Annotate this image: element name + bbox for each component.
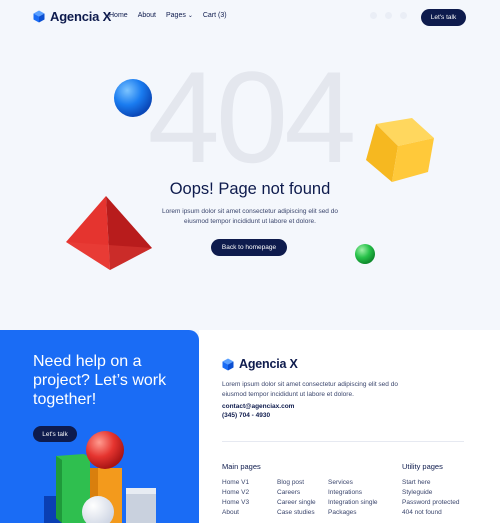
social-icon[interactable]	[385, 12, 392, 19]
footer-email-link[interactable]: contact@agenciax.com	[222, 403, 294, 410]
chevron-down-icon: ⌄	[187, 13, 193, 19]
main-pages-col-2: Blog post Careers Career single Case stu…	[277, 478, 316, 518]
footer-divider	[222, 441, 464, 442]
utility-pages-col: Start here Styleguide Password protected…	[402, 478, 459, 518]
footer-link[interactable]: Home V2	[222, 488, 249, 498]
green-sphere-icon	[355, 244, 375, 264]
footer-link[interactable]: Case studies	[277, 508, 316, 518]
brand-name: Agencia X	[50, 9, 112, 24]
footer-phone-link[interactable]: (345) 704 - 4930	[222, 412, 270, 419]
cta-title: Need help on a project? Let’s work toget…	[33, 353, 167, 408]
social-links	[370, 12, 407, 19]
nav-cart[interactable]: Cart (3)	[203, 12, 227, 19]
blue-sphere-icon	[114, 79, 152, 117]
back-to-homepage-button[interactable]: Back to homepage	[211, 239, 287, 256]
footer-link[interactable]: Home V3	[222, 498, 249, 508]
nav-home-label: Home	[109, 12, 128, 19]
red-pyramid-icon	[66, 196, 152, 270]
footer-link[interactable]: 404 not found	[402, 508, 459, 518]
footer-main: Agencia X Lorem ipsum dolor sit amet con…	[199, 330, 500, 523]
nav-pages-label: Pages	[165, 12, 186, 19]
footer-link[interactable]: Careers	[277, 488, 316, 498]
footer-link[interactable]: About	[222, 508, 249, 518]
cta-card: Need help on a project? Let’s work toget…	[0, 330, 199, 523]
footer-link[interactable]: Blog post	[277, 478, 316, 488]
hero-description: Lorem ipsum dolor sit amet consectetur a…	[162, 208, 338, 225]
nav-about-label: About	[137, 12, 156, 19]
social-icon[interactable]	[400, 12, 407, 19]
shapes-illustration-icon	[44, 431, 156, 523]
site-header: Agencia X Home About Pages ⌄ Cart (3) Le…	[0, 0, 500, 34]
main-pages-col-3: Services Integrations Integration single…	[328, 478, 378, 518]
social-icon[interactable]	[370, 12, 377, 19]
site-footer: Need help on a project? Let’s work toget…	[0, 330, 500, 523]
footer-description: Lorem ipsum dolor sit amet consectetur a…	[222, 381, 398, 398]
footer-link[interactable]: Start here	[402, 478, 459, 488]
page-title: Oops! Page not found	[169, 180, 331, 198]
nav-pages[interactable]: Pages ⌄	[166, 12, 193, 19]
cube-logo-icon	[33, 10, 45, 23]
footer-brand-name: Agencia X	[239, 357, 298, 371]
nav-about[interactable]: About	[138, 12, 156, 19]
footer-link[interactable]: Home V1	[222, 478, 249, 488]
nav-home[interactable]: Home	[109, 12, 128, 19]
yellow-cube-icon	[366, 118, 434, 182]
main-pages-title: Main pages	[222, 462, 261, 471]
footer-link[interactable]: Styleguide	[402, 488, 459, 498]
footer-link[interactable]: Career single	[277, 498, 316, 508]
brand[interactable]: Agencia X	[33, 9, 111, 24]
footer-brand[interactable]: Agencia X	[222, 357, 298, 371]
footer-link[interactable]: Integration single	[328, 498, 378, 508]
main-pages-col-1: Home V1 Home V2 Home V3 About	[222, 478, 249, 518]
main-nav: Home About Pages ⌄ Cart (3)	[109, 12, 227, 19]
footer-link[interactable]: Packages	[328, 508, 378, 518]
footer-link[interactable]: Integrations	[328, 488, 378, 498]
cube-logo-icon	[222, 358, 234, 370]
lets-talk-button[interactable]: Let's talk	[421, 9, 466, 26]
nav-cart-label: Cart (3)	[202, 12, 227, 19]
utility-pages-title: Utility pages	[402, 462, 443, 471]
footer-link[interactable]: Services	[328, 478, 378, 488]
footer-link[interactable]: Password protected	[402, 498, 459, 508]
